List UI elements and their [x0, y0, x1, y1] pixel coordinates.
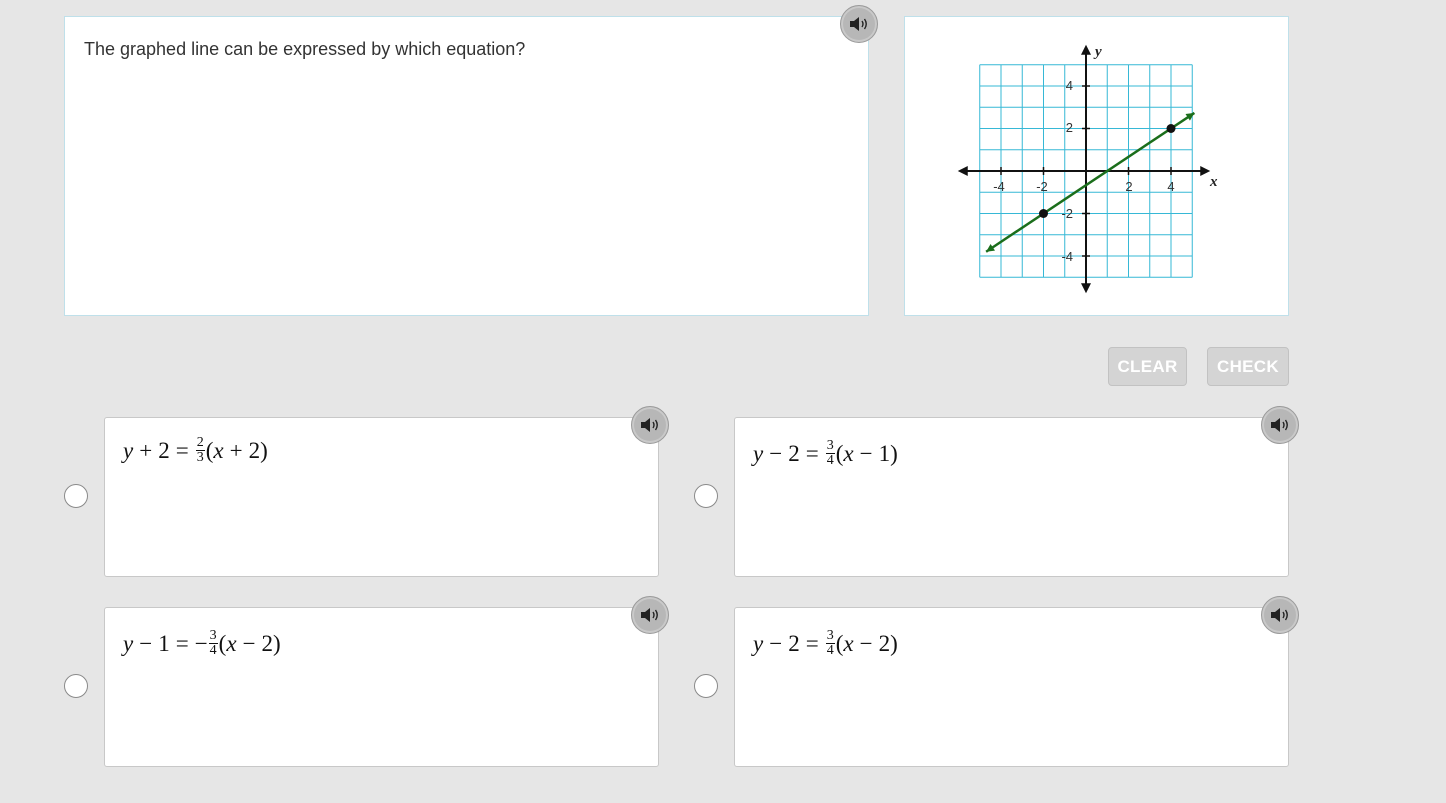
x-tick-label: 4 — [1167, 179, 1174, 194]
y-tick-label: 4 — [1066, 78, 1073, 93]
eq-operator: − — [859, 630, 873, 656]
choice-b-equation: y −2 = 3 4(x −1) — [753, 439, 898, 468]
choice-b[interactable]: y −2 = 3 4(x −1) — [734, 417, 1289, 577]
fraction-numerator: 3 — [825, 438, 835, 454]
choice-d-equation: y −2 = 3 4(x −2) — [753, 629, 898, 658]
eq-term: x — [843, 630, 854, 656]
eq-paren: ) — [273, 630, 281, 656]
eq-term: y — [123, 630, 134, 656]
eq-equals: = — [175, 630, 189, 656]
x-axis-label: x — [1209, 174, 1218, 190]
line-segment — [985, 111, 1196, 253]
clear-button[interactable]: CLEAR — [1108, 347, 1187, 386]
choice-c-equation: y −1 = −3 4(x −2) — [123, 629, 281, 658]
speaker-icon — [850, 17, 867, 31]
eq-sign: − — [194, 630, 208, 656]
fraction-denominator: 3 — [196, 450, 204, 465]
choice-d[interactable]: y −2 = 3 4(x −2) — [734, 607, 1289, 767]
y-tick-label: -4 — [1061, 249, 1073, 264]
choice-c[interactable]: y −1 = −3 4(x −2) — [104, 607, 659, 767]
choice-a-equation: y +2 = 2 3(x +2) — [123, 436, 268, 465]
eq-term: 2 — [878, 630, 891, 656]
speaker-icon — [1271, 608, 1288, 622]
choice-c-speaker-button[interactable] — [631, 596, 669, 634]
eq-paren: ) — [890, 440, 898, 466]
question-text: The graphed line can be expressed by whi… — [84, 39, 526, 59]
eq-term: y — [753, 630, 764, 656]
eq-term: x — [213, 437, 224, 463]
y-axis-label: y — [1093, 44, 1102, 60]
choice-d-radio[interactable] — [694, 674, 718, 698]
eq-equals: = — [175, 437, 189, 463]
x-tick-label: -2 — [1036, 179, 1048, 194]
choice-b-radio[interactable] — [694, 484, 718, 508]
eq-term: 2 — [788, 630, 800, 656]
x-axis-arrow-left — [957, 166, 968, 176]
eq-term: 2 — [788, 440, 800, 466]
eq-paren: ) — [260, 437, 268, 463]
plotted-point — [1039, 209, 1048, 218]
eq-equals: = — [805, 440, 819, 466]
choice-a-speaker-button[interactable] — [631, 406, 669, 444]
x-tick-label: -4 — [993, 179, 1005, 194]
choice-b-speaker-button[interactable] — [1261, 406, 1299, 444]
x-axis-arrow-right — [1200, 166, 1211, 176]
speaker-icon — [641, 608, 658, 622]
question-speaker-button[interactable] — [840, 5, 878, 43]
y-tick-label: 2 — [1066, 120, 1073, 135]
eq-term: y — [123, 437, 134, 463]
y-tick-label: -2 — [1061, 206, 1073, 221]
fraction-denominator: 4 — [209, 643, 217, 658]
eq-operator: − — [859, 440, 873, 466]
eq-equals: = — [805, 630, 819, 656]
fraction-denominator: 4 — [826, 453, 834, 468]
speaker-icon — [1271, 418, 1288, 432]
eq-fraction: 23 — [195, 435, 205, 465]
eq-fraction: 34 — [208, 628, 218, 658]
eq-operator: − — [139, 630, 153, 656]
fraction-denominator: 4 — [826, 643, 834, 658]
eq-fraction: 34 — [825, 438, 835, 468]
choice-a[interactable]: y +2 = 2 3(x +2) — [104, 417, 659, 577]
choice-d-speaker-button[interactable] — [1261, 596, 1299, 634]
eq-term: 2 — [248, 437, 261, 463]
eq-term: 1 — [878, 440, 891, 466]
coordinate-graph: -4 -2 2 4 4 2 -2 -4 x y — [957, 44, 1218, 294]
eq-fraction: 34 — [825, 628, 835, 658]
eq-operator: − — [242, 630, 256, 656]
graph-panel: -4 -2 2 4 4 2 -2 -4 x y — [904, 16, 1289, 316]
check-button[interactable]: CHECK — [1207, 347, 1289, 386]
speaker-icon — [641, 418, 658, 432]
eq-operator: − — [769, 630, 783, 656]
choice-a-radio[interactable] — [64, 484, 88, 508]
fraction-numerator: 2 — [195, 435, 205, 451]
fraction-numerator: 3 — [208, 628, 218, 644]
eq-term: 1 — [158, 630, 170, 656]
y-axis-arrow-down — [1081, 283, 1091, 294]
choice-c-radio[interactable] — [64, 674, 88, 698]
eq-term: 2 — [158, 437, 170, 463]
x-tick-label: 2 — [1125, 179, 1132, 194]
graphed-line — [985, 111, 1196, 253]
eq-term: x — [843, 440, 854, 466]
eq-paren: ) — [890, 630, 898, 656]
eq-term: y — [753, 440, 764, 466]
eq-term: 2 — [261, 630, 274, 656]
eq-operator: − — [769, 440, 783, 466]
question-panel: The graphed line can be expressed by whi… — [64, 16, 869, 316]
plotted-point — [1166, 124, 1176, 133]
eq-operator: + — [139, 437, 153, 463]
y-axis-arrow-up — [1081, 44, 1091, 55]
fraction-numerator: 3 — [825, 628, 835, 644]
eq-term: x — [226, 630, 237, 656]
eq-operator: + — [229, 437, 243, 463]
